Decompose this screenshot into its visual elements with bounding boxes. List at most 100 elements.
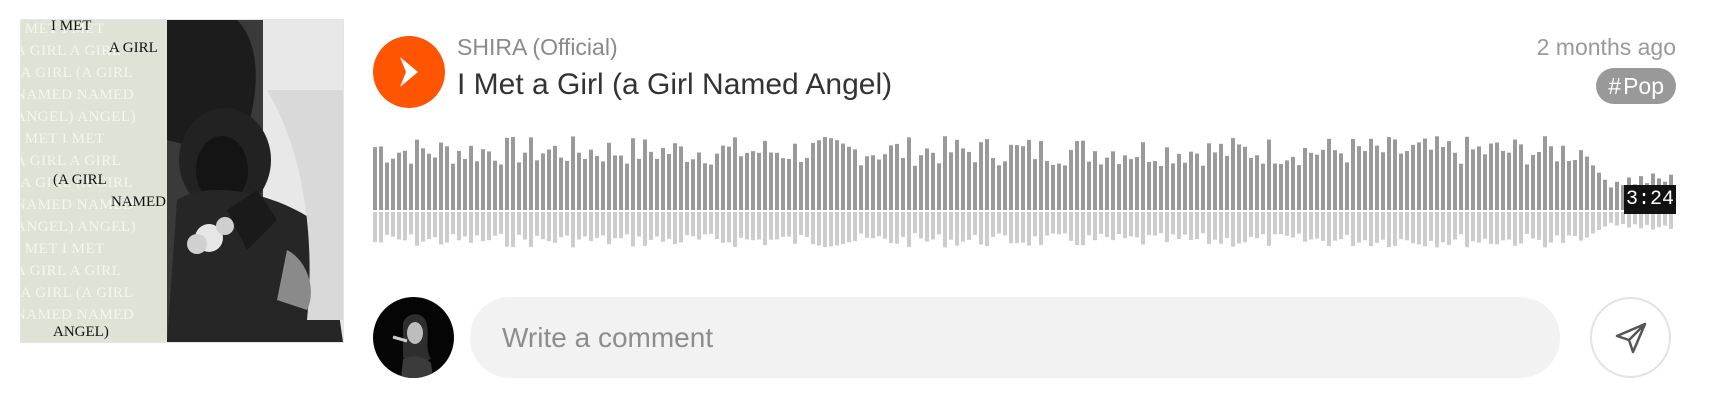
waveform-bar xyxy=(1609,187,1613,210)
waveform-bar xyxy=(1183,162,1187,210)
waveform-bar-reflection xyxy=(1255,212,1259,239)
waveform-bar xyxy=(379,146,383,210)
waveform-bar-reflection xyxy=(1201,212,1205,234)
waveform-bar xyxy=(535,160,539,210)
waveform-bar xyxy=(601,161,605,210)
waveform-bar-reflection xyxy=(787,212,791,237)
waveform-bar-reflection xyxy=(937,212,941,235)
waveform-bar-reflection xyxy=(673,212,677,245)
waveform-bar-reflection xyxy=(799,212,803,236)
waveform-bar-reflection xyxy=(547,212,551,242)
waveform-bar xyxy=(1351,139,1355,210)
waveform-bar xyxy=(1333,150,1337,210)
waveform-bar-reflection xyxy=(721,212,725,243)
waveform-bar xyxy=(1129,159,1133,210)
waveform-bar-reflection xyxy=(1519,212,1523,244)
waveform-bar xyxy=(1087,161,1091,210)
waveform-bar xyxy=(1249,157,1253,210)
waveform-bar xyxy=(1003,161,1007,210)
track-duration: 3:24 xyxy=(1624,185,1676,214)
waveform-bar-reflection xyxy=(1087,212,1091,236)
waveform-bar xyxy=(985,139,989,210)
waveform-bar-reflection xyxy=(1423,212,1427,247)
track-title-link[interactable]: I Met a Girl (a Girl Named Angel) xyxy=(457,68,892,102)
waveform-bar-reflection xyxy=(1045,212,1049,236)
waveform-bar-reflection xyxy=(1459,212,1463,235)
waveform-bar-reflection xyxy=(823,212,827,248)
comment-input[interactable] xyxy=(470,297,1560,378)
waveform-bar-reflection xyxy=(1249,212,1253,237)
waveform-bar-reflection xyxy=(379,212,383,243)
waveform-bar xyxy=(1201,165,1205,210)
waveform-bar xyxy=(1615,181,1619,210)
waveform-bar xyxy=(655,158,659,210)
waveform-bar xyxy=(415,139,419,210)
waveform-bar xyxy=(1255,155,1259,210)
waveform[interactable] xyxy=(373,126,1676,252)
track-artwork[interactable]: I MET I MET A GIRL A GIRL (A GIRL (A GIRL N… xyxy=(20,19,344,343)
waveform-bar xyxy=(433,157,437,210)
waveform-bar-reflection xyxy=(397,212,401,240)
waveform-bar xyxy=(619,155,623,210)
waveform-bar-reflection xyxy=(1141,212,1145,245)
waveform-bar xyxy=(1267,139,1271,210)
waveform-bar-reflection xyxy=(1309,212,1313,240)
waveform-bar xyxy=(937,163,941,210)
waveform-bar-reflection xyxy=(1189,212,1193,241)
waveform-bar xyxy=(493,160,497,210)
play-icon xyxy=(400,57,418,87)
waveform-bar-reflection xyxy=(1483,212,1487,239)
waveform-bar-reflection xyxy=(1369,212,1373,247)
waveform-bar-reflection xyxy=(919,212,923,239)
waveform-bar xyxy=(799,162,803,210)
waveform-bar-reflection xyxy=(763,212,767,246)
waveform-bar-reflection xyxy=(901,212,905,237)
waveform-bar xyxy=(1117,164,1121,210)
waveform-bar-reflection xyxy=(1405,212,1409,241)
waveform-bar-reflection xyxy=(541,212,545,240)
waveform-bar-reflection xyxy=(409,212,413,235)
waveform-bar-reflection xyxy=(667,212,671,239)
waveform-bar xyxy=(1477,146,1481,210)
waveform-bar-reflection xyxy=(1195,212,1199,240)
waveform-bar-reflection xyxy=(973,212,977,235)
waveform-bar xyxy=(721,145,725,210)
waveform-bar-reflection xyxy=(1117,212,1121,235)
waveform-bar xyxy=(1189,151,1193,210)
waveform-bar-reflection xyxy=(1207,212,1211,245)
waveform-bar-reflection xyxy=(1273,212,1277,235)
waveform-bar xyxy=(1339,153,1343,210)
waveform-bar xyxy=(1093,151,1097,210)
waveform-bar-reflection xyxy=(805,212,809,238)
send-comment-button[interactable] xyxy=(1590,297,1671,378)
waveform-bar-reflection xyxy=(469,212,473,243)
waveform-bar xyxy=(979,142,983,210)
waveform-bar-reflection xyxy=(1477,212,1481,243)
waveform-bar-reflection xyxy=(523,212,527,240)
waveform-bar-reflection xyxy=(1147,212,1151,236)
waveform-bar xyxy=(1591,165,1595,210)
waveform-bar-reflection xyxy=(1321,212,1325,241)
genre-tag[interactable]: # Pop xyxy=(1596,68,1676,104)
waveform-bar xyxy=(931,152,935,210)
waveform-bar-reflection xyxy=(841,212,845,244)
waveform-bar-reflection xyxy=(1471,212,1475,242)
waveform-bar-reflection xyxy=(1303,212,1307,242)
waveform-bar xyxy=(1369,138,1373,210)
user-avatar[interactable] xyxy=(373,297,454,378)
waveform-bar-reflection xyxy=(967,212,971,240)
play-button[interactable] xyxy=(373,36,445,108)
waveform-bar xyxy=(1207,143,1211,210)
waveform-bar xyxy=(1597,172,1601,210)
waveform-bar-reflection xyxy=(1585,212,1589,238)
waveform-bar-reflection xyxy=(685,212,689,236)
waveform-bar xyxy=(553,145,557,210)
waveform-bar-reflection xyxy=(757,212,761,240)
waveform-bar xyxy=(1075,141,1079,210)
waveform-bar xyxy=(877,159,881,210)
waveform-bar xyxy=(919,155,923,210)
waveform-bar xyxy=(1033,159,1037,210)
artwork-ghost-line: A GIRL A GIRL xyxy=(21,153,122,169)
waveform-bar xyxy=(613,155,617,210)
artist-name-link[interactable]: SHIRA (Official) xyxy=(457,34,618,61)
